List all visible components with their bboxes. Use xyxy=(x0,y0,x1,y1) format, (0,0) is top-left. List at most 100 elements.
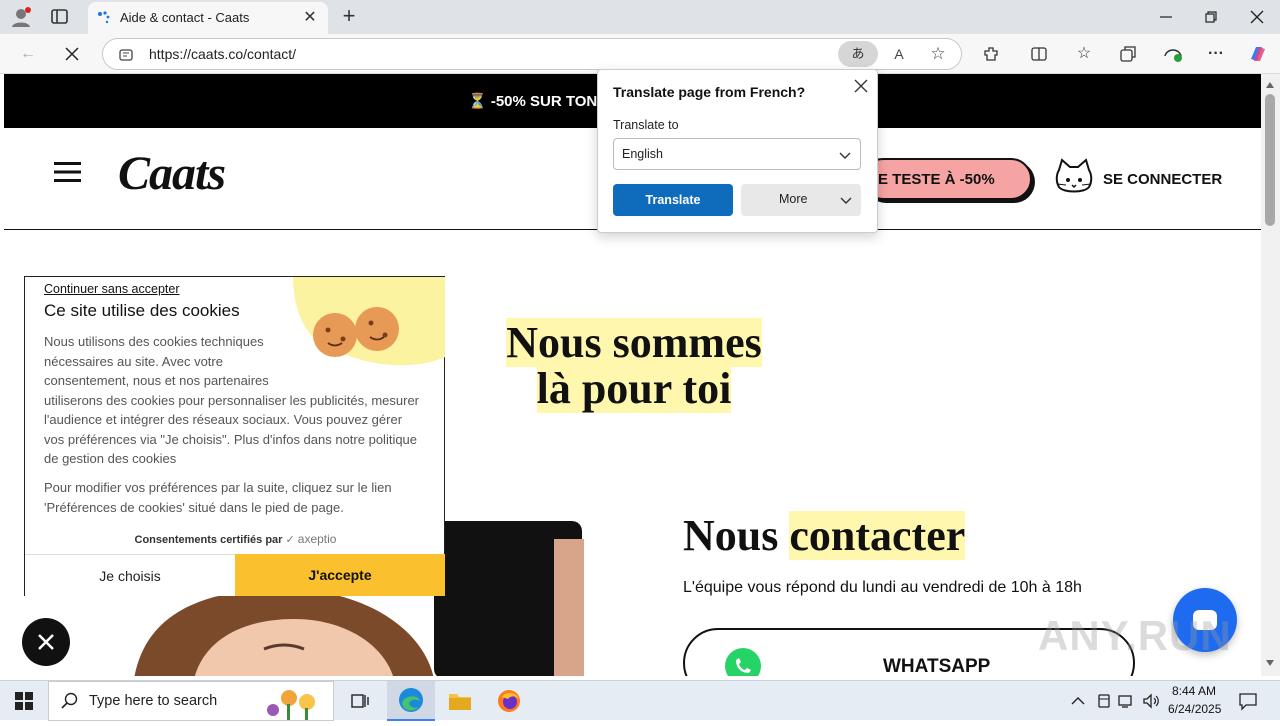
promo-text: ⏳ -50% SUR TON xyxy=(468,93,598,110)
favorite-star-icon[interactable]: ☆ xyxy=(928,44,948,64)
taskbar-firefox-icon[interactable] xyxy=(497,689,521,713)
browser-toolbar: ← https://caats.co/contact/ あ A ☆ ☆ ··· xyxy=(0,34,1280,74)
browser-essentials-icon[interactable] xyxy=(1162,44,1184,64)
contact-heading: Nous contacter xyxy=(683,510,966,561)
back-icon[interactable]: ← xyxy=(16,44,40,64)
volume-icon[interactable] xyxy=(1142,693,1160,709)
copilot-icon[interactable] xyxy=(1247,43,1269,65)
translate-to-label: Translate to xyxy=(613,118,679,132)
hamburger-menu-icon[interactable] xyxy=(54,160,81,184)
search-icon xyxy=(61,692,79,710)
certified-label: Consentements certifiés par xyxy=(134,534,283,546)
taskbar-edge-icon[interactable] xyxy=(387,681,435,721)
tab-actions-icon[interactable] xyxy=(50,8,70,26)
cookie-text-line: 'Préférences de cookies' situé dans le p… xyxy=(44,499,344,515)
windows-taskbar: Type here to search 8:44 AM 6/24/2025 xyxy=(0,680,1280,721)
profile-icon[interactable] xyxy=(10,6,32,28)
cookie-text-line: utiliserons des cookies pour personnalis… xyxy=(44,392,420,408)
translate-page-icon[interactable]: あ xyxy=(838,41,878,67)
search-highlight-flowers-icon xyxy=(259,684,333,720)
cookie-text-line: Pour modifier vos préférences par la sui… xyxy=(44,480,392,495)
minimize-icon[interactable] xyxy=(1156,7,1176,27)
page-scrollbar[interactable] xyxy=(1261,74,1280,676)
tab-close-icon[interactable]: ✕ xyxy=(302,10,318,26)
translate-button[interactable]: Translate xyxy=(613,184,733,216)
extensions-icon[interactable] xyxy=(981,44,1001,64)
cookie-text-secondary: Pour modifier vos préférences par la sui… xyxy=(44,478,392,517)
cookie-text-line: consentement, nous et nos partenaires xyxy=(44,373,269,388)
stop-loading-icon[interactable] xyxy=(62,44,82,64)
translate-popup: Translate page from French? Translate to… xyxy=(597,69,878,233)
axeptio-certification: Consentements certifiés par ✓ axeptio xyxy=(25,532,446,546)
collections-icon[interactable] xyxy=(1118,44,1138,64)
new-tab-icon[interactable]: + xyxy=(338,5,360,27)
whatsapp-icon xyxy=(723,646,763,676)
more-options-label: More xyxy=(779,192,808,206)
login-label: SE CONNECTER xyxy=(1103,171,1223,188)
cookie-accept-button[interactable]: J'accepte xyxy=(235,554,445,596)
taskbar-clock-time[interactable]: 8:44 AM xyxy=(1172,684,1216,698)
cookie-text-line: de gestion des cookies xyxy=(44,451,177,466)
scroll-up-arrow-icon[interactable] xyxy=(1266,82,1274,88)
cookie-consent-panel: Continuer sans accepter Ce site utilise … xyxy=(24,276,445,596)
cookie-title: Ce site utilise des cookies xyxy=(44,301,240,320)
read-aloud-icon[interactable]: A xyxy=(889,44,909,64)
site-info-icon[interactable] xyxy=(118,47,134,63)
restore-icon[interactable] xyxy=(1201,7,1221,27)
contact-hours: L'équipe vous répond du lundi au vendred… xyxy=(683,579,1082,596)
split-screen-icon[interactable] xyxy=(1029,44,1049,64)
cookie-text-line: vos préférences via "Je choisis". Plus d… xyxy=(44,431,418,447)
language-select-value: English xyxy=(622,147,663,161)
watermark-text: ANY.RUN xyxy=(1038,612,1232,659)
anyrun-watermark: ANY.RUN xyxy=(1038,612,1238,672)
chevron-down-icon xyxy=(839,193,853,207)
cookie-close-button[interactable] xyxy=(22,618,70,666)
hero-title: Nous sommes là pour toi xyxy=(484,318,784,413)
browser-tab-bar: Aide & contact - Caats ✕ + xyxy=(0,0,1280,34)
taskbar-clock-date[interactable]: 6/24/2025 xyxy=(1168,702,1221,716)
taskbar-search-box[interactable]: Type here to search xyxy=(48,681,334,721)
cookie-accept-label: J'accepte xyxy=(308,567,372,583)
notifications-icon[interactable] xyxy=(1238,691,1258,711)
continue-without-accepting-link[interactable]: Continuer sans accepter xyxy=(44,282,180,296)
cookie-text-line: Nous utilisons des cookies techniques xyxy=(44,334,264,349)
task-view-icon[interactable] xyxy=(350,691,370,711)
contact-heading-word1: Nous xyxy=(683,511,779,560)
translate-button-label: Translate xyxy=(645,193,701,207)
show-hidden-icons-chevron-icon[interactable] xyxy=(1070,693,1086,709)
device-icon[interactable] xyxy=(1096,693,1112,709)
axeptio-check-icon: ✓ xyxy=(285,534,295,546)
more-options-button[interactable]: More xyxy=(741,184,861,216)
offer-cta-label: E TESTE À -50% xyxy=(878,171,995,188)
cookie-choose-label: Je choisis xyxy=(99,568,161,584)
cat-face-icon xyxy=(1054,158,1094,198)
browser-tab-active[interactable]: Aide & contact - Caats ✕ xyxy=(88,2,328,34)
cookie-text-primary: Nous utilisons des cookies techniques né… xyxy=(44,332,419,469)
more-menu-icon[interactable]: ··· xyxy=(1204,44,1228,64)
hero-title-line1: Nous sommes xyxy=(506,318,762,367)
offer-cta-button[interactable]: E TESTE À -50% xyxy=(862,158,1032,200)
cookie-choose-button[interactable]: Je choisis xyxy=(25,554,235,596)
hero-title-line2: là pour toi xyxy=(536,364,732,413)
translate-popup-title: Translate page from French? xyxy=(613,84,806,100)
contact-heading-word2: contacter xyxy=(789,511,966,560)
windows-start-icon[interactable] xyxy=(14,691,34,711)
address-bar[interactable]: https://caats.co/contact/ あ A ☆ xyxy=(102,38,962,70)
close-window-icon[interactable] xyxy=(1247,7,1267,27)
cookie-text-line: nécessaires au site. Avec votre xyxy=(44,353,223,369)
scroll-down-arrow-icon[interactable] xyxy=(1266,660,1274,666)
favorites-icon[interactable]: ☆ xyxy=(1072,44,1096,64)
site-logo[interactable]: Caats xyxy=(118,146,226,201)
taskbar-file-explorer-icon[interactable] xyxy=(448,690,472,712)
network-icon[interactable] xyxy=(1118,693,1136,709)
cookie-text-line: l'audience et intégrer des réseaux socia… xyxy=(44,412,403,427)
translate-close-icon[interactable] xyxy=(852,77,870,95)
axeptio-brand: axeptio xyxy=(297,532,337,546)
scrollbar-thumb[interactable] xyxy=(1265,94,1275,226)
whatsapp-label: WHATSAPP xyxy=(883,656,991,676)
loading-icon xyxy=(96,10,112,26)
login-link[interactable]: SE CONNECTER xyxy=(1054,158,1234,200)
tab-title: Aide & contact - Caats xyxy=(120,10,250,25)
url-text: https://caats.co/contact/ xyxy=(149,46,297,62)
language-select[interactable]: English xyxy=(613,138,861,170)
